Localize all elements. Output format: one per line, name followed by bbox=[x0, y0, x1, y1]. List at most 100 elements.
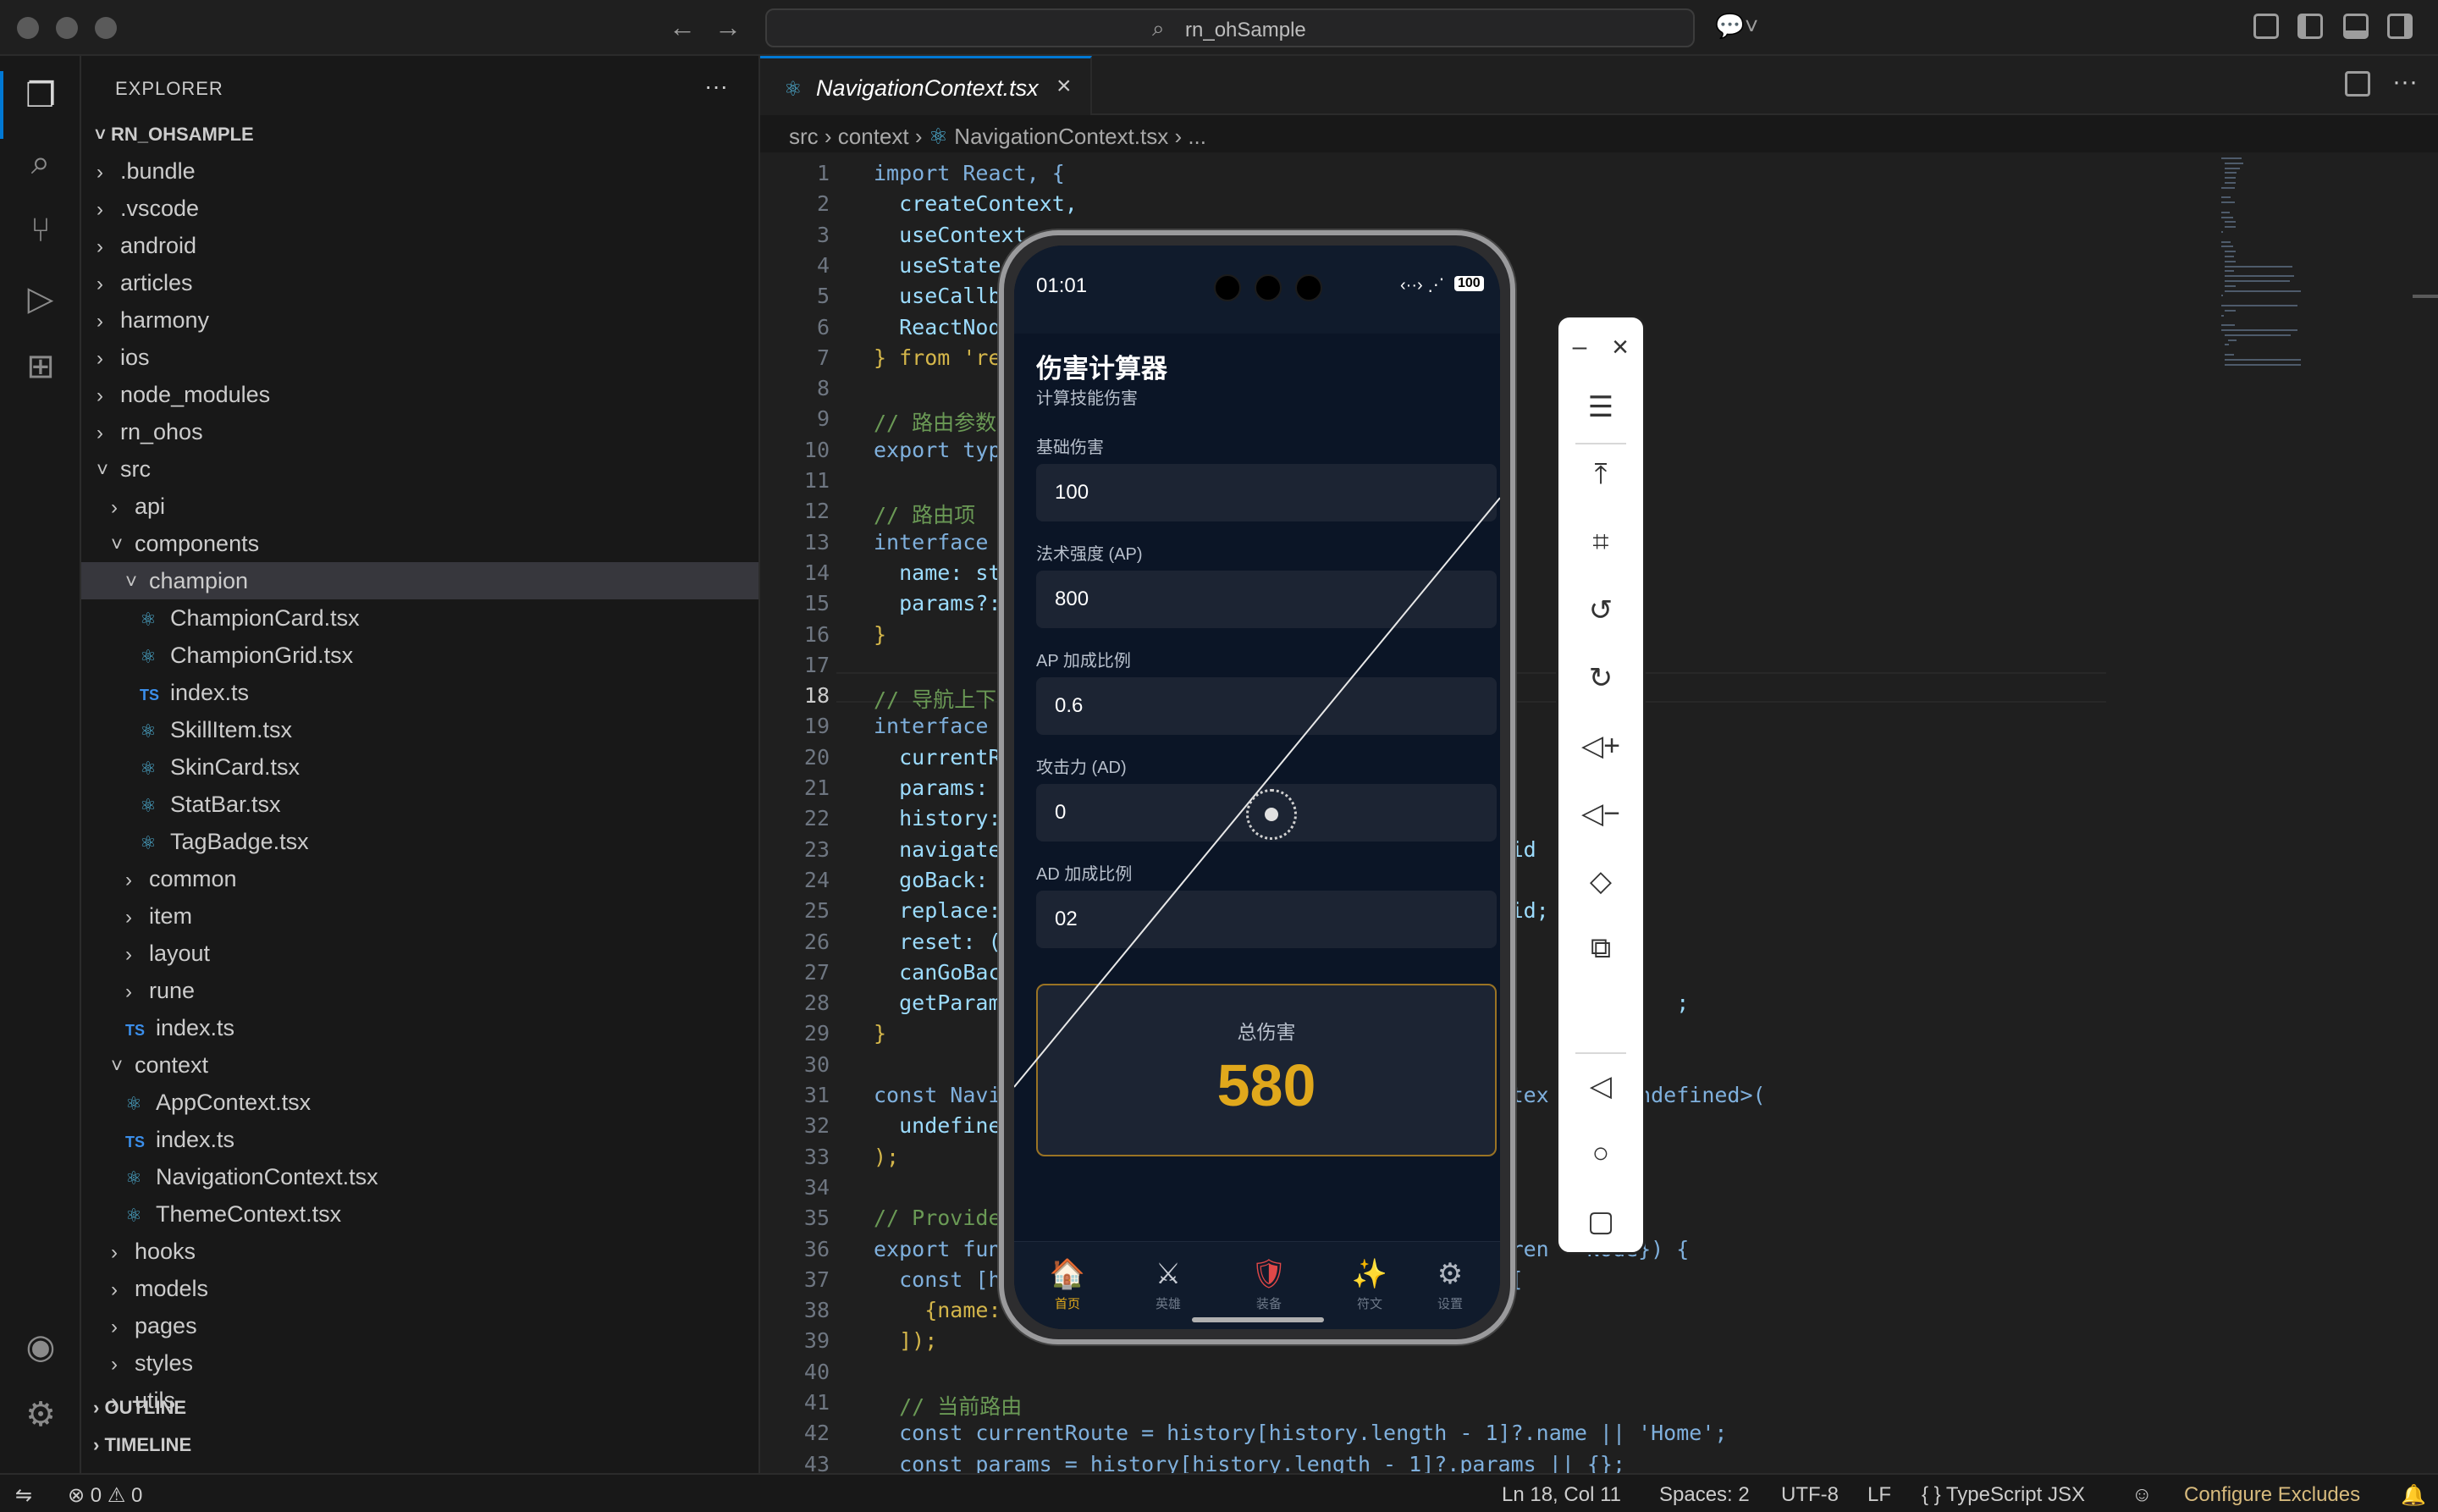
code-line[interactable]: history: bbox=[874, 806, 1001, 830]
multi-device-icon[interactable]: ⧉ bbox=[1558, 932, 1643, 965]
code-line[interactable]: {name: bbox=[874, 1298, 1001, 1322]
tree-item[interactable]: › ios bbox=[81, 339, 758, 376]
base-damage-input[interactable]: 100 bbox=[1036, 464, 1497, 521]
customize-layout-icon[interactable] bbox=[2253, 14, 2279, 39]
tree-item[interactable]: › rune bbox=[81, 972, 758, 1009]
code-line[interactable]: ]); bbox=[874, 1328, 937, 1353]
extensions-icon[interactable]: ⊞ bbox=[22, 347, 59, 386]
outline-section[interactable]: › OUTLINE bbox=[93, 1397, 186, 1419]
remote-icon[interactable]: ⇋ bbox=[15, 1483, 32, 1508]
code-line[interactable]: params?: bbox=[874, 591, 1001, 615]
code-line[interactable]: } bbox=[874, 1021, 886, 1046]
home-icon[interactable]: ○ bbox=[1558, 1137, 1643, 1170]
code-line[interactable]: } bbox=[874, 622, 886, 647]
nav-tab-runes[interactable]: ✨ 符文 bbox=[1323, 1257, 1416, 1312]
code-line[interactable]: import React, { bbox=[874, 161, 1065, 185]
tree-item[interactable]: TS index.ts bbox=[81, 1121, 758, 1158]
tree-item[interactable]: TS index.ts bbox=[81, 1009, 758, 1046]
code-line[interactable]: // 当前路由 bbox=[874, 1390, 1022, 1421]
tree-item[interactable]: › articles bbox=[81, 264, 758, 301]
scrollbar-thumb[interactable] bbox=[2413, 295, 2438, 298]
tree-item[interactable]: › hooks bbox=[81, 1233, 758, 1270]
nav-tab-settings[interactable]: ⚙ 设置 bbox=[1404, 1257, 1497, 1312]
code-line[interactable]: useContext, bbox=[874, 223, 1040, 247]
code-line[interactable]: const currentRoute = history[history.len… bbox=[874, 1421, 1727, 1445]
code-line[interactable]: params: bbox=[874, 775, 988, 800]
notifications-bell-icon[interactable]: 🔔 bbox=[2401, 1483, 2426, 1508]
overview-icon[interactable]: ▢ bbox=[1558, 1205, 1643, 1239]
code-line[interactable]: ReactNod bbox=[874, 315, 1001, 339]
code-line[interactable]: } from 're bbox=[874, 345, 1001, 370]
tree-item[interactable]: TS index.ts bbox=[81, 674, 758, 711]
code-line[interactable]: useState, bbox=[874, 253, 1013, 278]
toggle-sidebar-icon[interactable] bbox=[2297, 14, 2323, 39]
scroll-to-top-icon[interactable]: ⤒ bbox=[1558, 458, 1643, 491]
close-icon[interactable]: × bbox=[1599, 331, 1641, 364]
tree-item[interactable]: › pages bbox=[81, 1307, 758, 1344]
tree-item[interactable]: › rn_ohos bbox=[81, 413, 758, 450]
code-line[interactable]: ); bbox=[874, 1145, 899, 1169]
code-line[interactable]: goBack: bbox=[874, 868, 988, 892]
cursor-position[interactable]: Ln 18, Col 11 bbox=[1502, 1483, 1621, 1507]
tree-item[interactable]: ⚛ StatBar.tsx bbox=[81, 786, 758, 823]
tree-item[interactable]: › android bbox=[81, 227, 758, 264]
ap-ratio-input[interactable]: 0.6 bbox=[1036, 677, 1497, 735]
tree-item[interactable]: › styles bbox=[81, 1344, 758, 1382]
tree-item[interactable]: ⚛ SkinCard.tsx bbox=[81, 748, 758, 786]
configure-excludes[interactable]: Configure Excludes bbox=[2184, 1483, 2360, 1507]
back-arrow-icon[interactable]: ← bbox=[669, 12, 696, 43]
explorer-icon[interactable]: ❐ bbox=[22, 76, 59, 115]
close-tab-icon[interactable]: × bbox=[1056, 72, 1072, 101]
code-line[interactable]: undefine bbox=[874, 1113, 1001, 1138]
code-line[interactable]: export typ bbox=[874, 438, 1001, 462]
language-mode[interactable]: { } TypeScript JSX bbox=[1922, 1483, 2085, 1507]
timeline-section[interactable]: › TIMELINE bbox=[93, 1434, 191, 1456]
run-debug-icon[interactable]: ▷ bbox=[22, 279, 59, 318]
tree-item[interactable]: ⚛ SkillItem.tsx bbox=[81, 711, 758, 748]
code-line[interactable]: interface bbox=[874, 530, 988, 555]
tree-item[interactable]: › common bbox=[81, 860, 758, 897]
search-icon[interactable]: ⌕ bbox=[22, 144, 59, 182]
tree-item[interactable]: ⚛ AppContext.tsx bbox=[81, 1084, 758, 1121]
ap-input[interactable]: 800 bbox=[1036, 571, 1497, 628]
back-icon[interactable]: ◁ bbox=[1558, 1069, 1643, 1103]
volume-up-icon[interactable]: ◁+ bbox=[1558, 729, 1643, 763]
ad-ratio-input[interactable]: 02 bbox=[1036, 891, 1497, 948]
minimize-window-button[interactable] bbox=[56, 17, 78, 39]
indentation[interactable]: Spaces: 2 bbox=[1659, 1483, 1750, 1507]
source-control-icon[interactable]: ⑂ bbox=[22, 212, 59, 250]
nav-tab-items[interactable]: 🛡 装备 bbox=[1222, 1257, 1316, 1312]
crop-icon[interactable]: ⌗ bbox=[1558, 526, 1643, 559]
tree-item[interactable]: › harmony bbox=[81, 301, 758, 339]
breadcrumb-item[interactable]: context bbox=[838, 124, 909, 149]
home-indicator[interactable] bbox=[1192, 1317, 1324, 1322]
tree-item[interactable]: › models bbox=[81, 1270, 758, 1307]
rotate-left-icon[interactable]: ↺ bbox=[1558, 593, 1643, 627]
tree-item[interactable]: ⚛ ThemeContext.tsx bbox=[81, 1195, 758, 1233]
code-line[interactable]: const params = history[history.length - … bbox=[874, 1452, 1625, 1473]
nav-tab-home[interactable]: 🏠 首页 bbox=[1021, 1257, 1114, 1312]
toggle-panel-icon[interactable] bbox=[2343, 14, 2369, 39]
code-line[interactable]: createContext, bbox=[874, 191, 1078, 216]
tab-navigation-context[interactable]: ⚛ NavigationContext.tsx × bbox=[760, 56, 1092, 115]
phone-screen[interactable]: 01:01 ‹··› ⋰ 100 伤害计算器 计算技能伤害 基础伤害 100 法… bbox=[1014, 246, 1500, 1329]
tree-item[interactable]: ⚛ ChampionCard.tsx bbox=[81, 599, 758, 637]
account-icon[interactable]: ◉ bbox=[22, 1327, 59, 1366]
breadcrumb-item[interactable]: src bbox=[789, 124, 819, 149]
volume-down-icon[interactable]: ◁− bbox=[1558, 797, 1643, 830]
tree-item[interactable]: ˅ components bbox=[81, 525, 758, 562]
fold-device-icon[interactable]: ◇ bbox=[1558, 864, 1643, 898]
tree-item[interactable]: › .vscode bbox=[81, 190, 758, 227]
project-header[interactable]: ˅ RN_OHSAMPLE bbox=[95, 124, 254, 146]
copilot-icon[interactable]: ☺ bbox=[2132, 1483, 2153, 1507]
encoding[interactable]: UTF-8 bbox=[1781, 1483, 1839, 1507]
code-line[interactable]: // 导航上下 bbox=[874, 683, 996, 714]
tree-item[interactable]: › layout bbox=[81, 935, 758, 972]
forward-arrow-icon[interactable]: → bbox=[714, 12, 742, 43]
code-line[interactable]: // 路由项 bbox=[874, 499, 975, 529]
tree-item[interactable]: ˅ context bbox=[81, 1046, 758, 1084]
tree-item[interactable]: › item bbox=[81, 897, 758, 935]
tree-item[interactable]: ⚛ NavigationContext.tsx bbox=[81, 1158, 758, 1195]
code-line[interactable]: name: st bbox=[874, 560, 1001, 585]
tree-item[interactable]: ˅ src bbox=[81, 450, 758, 488]
